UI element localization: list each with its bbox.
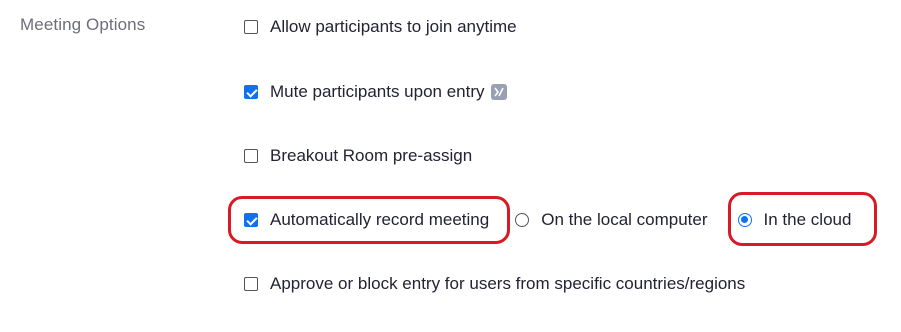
highlight-auto-record: [228, 196, 510, 244]
approve-block-countries-checkbox[interactable]: [244, 277, 258, 291]
breakout-preassign-checkbox[interactable]: [244, 149, 258, 163]
approve-block-countries-label: Approve or block entry for users from sp…: [270, 274, 746, 293]
record-local-option[interactable]: On the local computer: [515, 210, 708, 230]
option-mute-on-entry[interactable]: Mute participants upon entry: [244, 82, 507, 102]
mute-on-entry-label: Mute participants upon entry: [270, 82, 485, 101]
record-local-label: On the local computer: [541, 210, 708, 229]
option-join-anytime[interactable]: Allow participants to join anytime: [244, 17, 517, 37]
mute-on-entry-checkbox[interactable]: [244, 85, 258, 99]
option-breakout-preassign[interactable]: Breakout Room pre-assign: [244, 146, 472, 166]
join-anytime-label: Allow participants to join anytime: [270, 17, 517, 36]
join-anytime-checkbox[interactable]: [244, 20, 258, 34]
highlight-in-the-cloud: [728, 192, 877, 246]
locked-setting-icon: [490, 84, 507, 100]
record-local-radio[interactable]: [515, 213, 530, 227]
section-label: Meeting Options: [20, 15, 146, 34]
meeting-options-panel: Meeting Options Allow participants to jo…: [0, 0, 901, 332]
option-approve-block-countries[interactable]: Approve or block entry for users from sp…: [244, 274, 745, 294]
breakout-preassign-label: Breakout Room pre-assign: [270, 146, 473, 165]
